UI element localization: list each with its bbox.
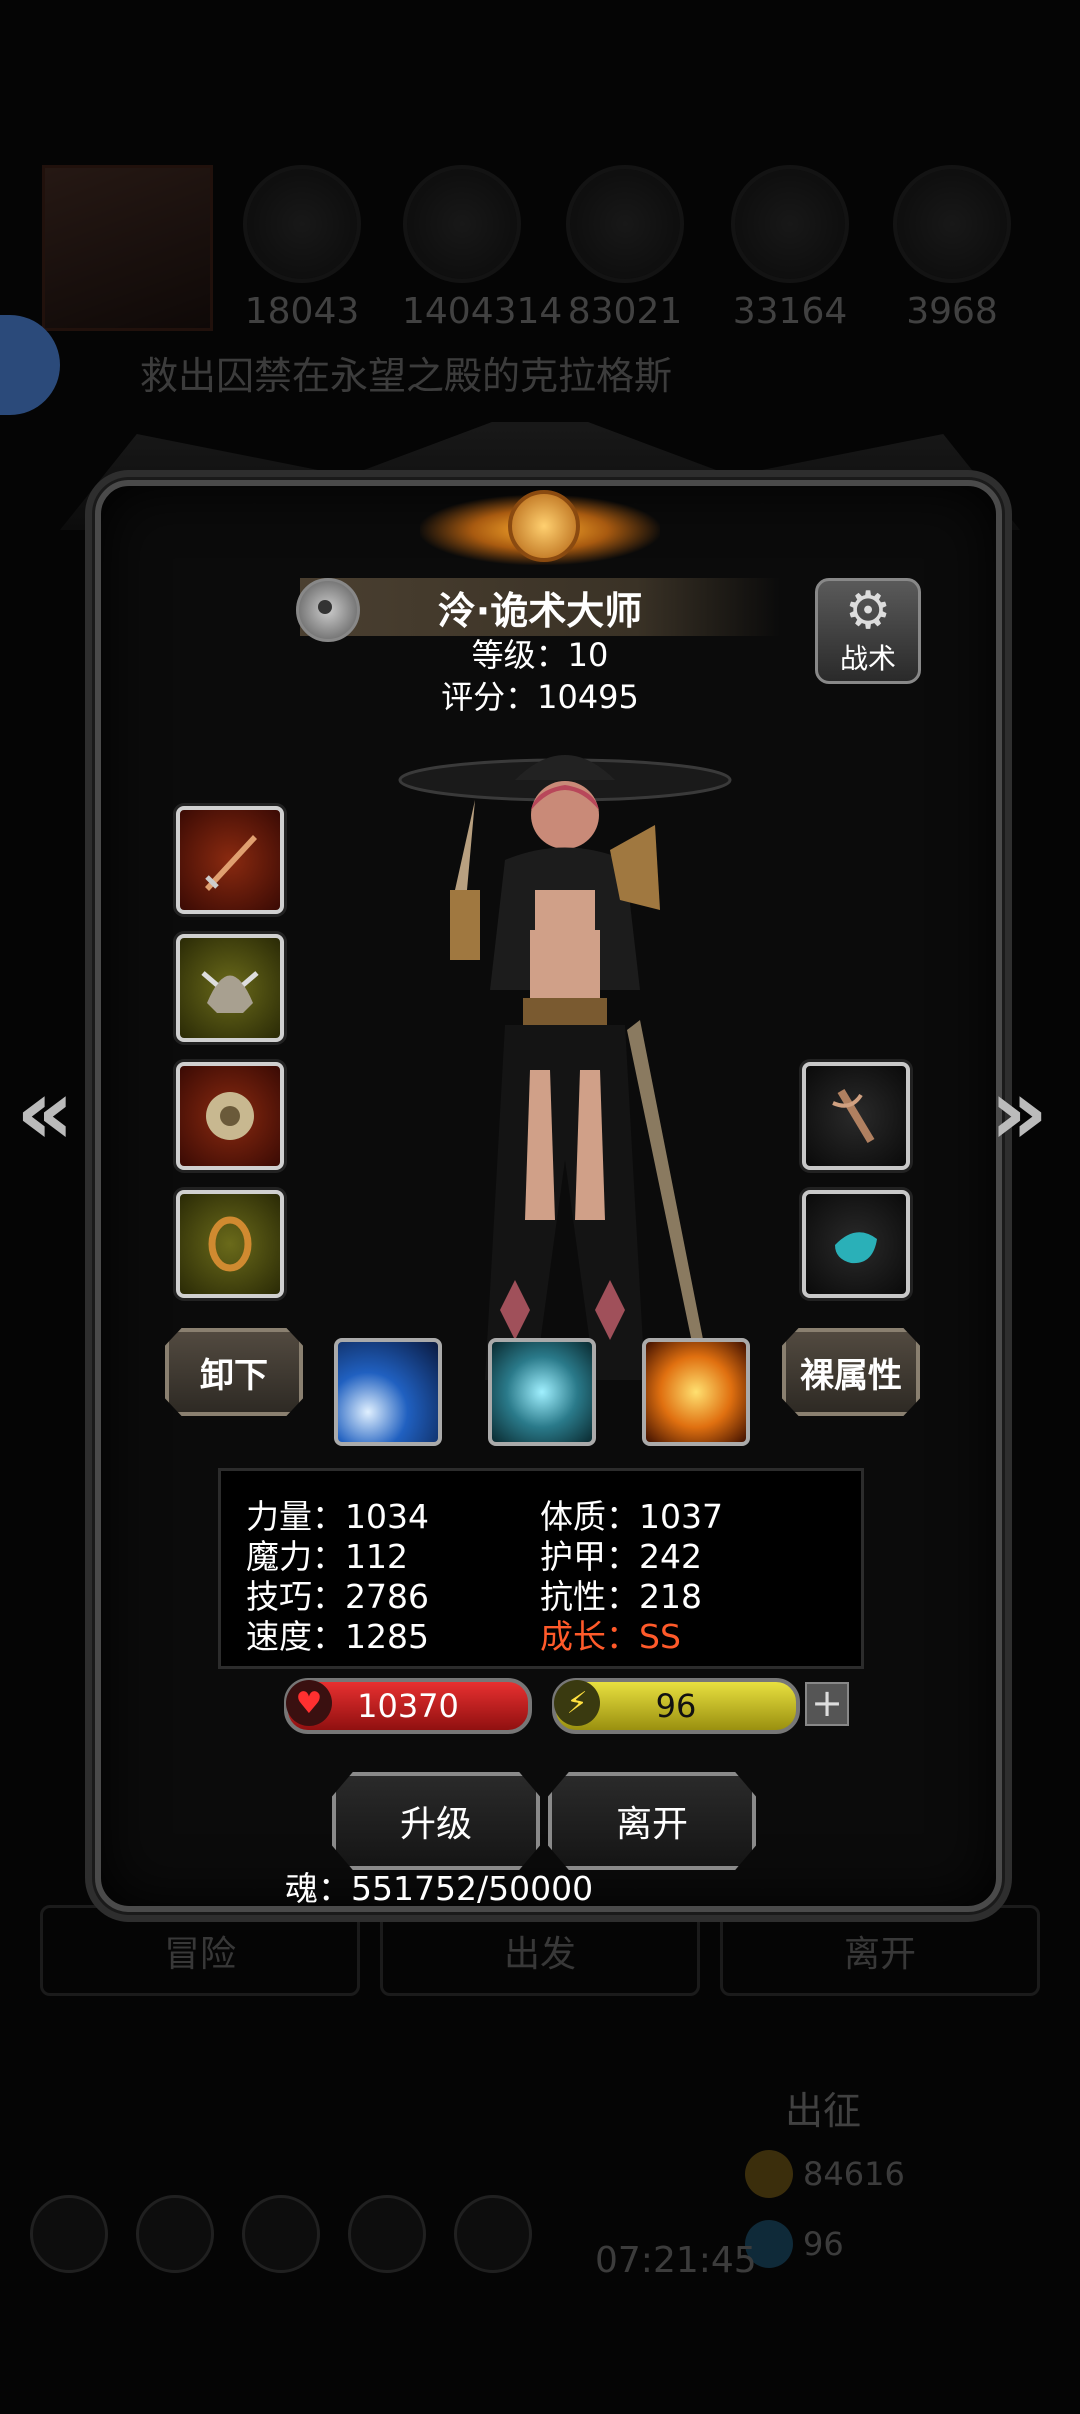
hero-score: 评分：10495 — [441, 678, 639, 716]
gem-icon — [835, 1232, 877, 1264]
base-attributes-button[interactable]: 裸属性 — [782, 1328, 920, 1416]
quest-text: 救出囚禁在永望之殿的克拉格斯 — [140, 354, 673, 398]
sun-emblem-icon — [508, 490, 580, 562]
tab-adventure: 冒险 — [40, 1905, 360, 1996]
weapon-slot[interactable] — [176, 806, 284, 914]
heart-icon: ♥ — [286, 1680, 332, 1726]
armor-slot[interactable] — [176, 1062, 284, 1170]
tab-leave: 离开 — [720, 1905, 1040, 1996]
currency-1: 84616 — [745, 2150, 905, 2198]
stat-speed: 速度：1285 — [246, 1617, 429, 1656]
ring-icon — [208, 1216, 252, 1272]
sword-icon — [205, 835, 257, 891]
skill-slash-icon[interactable] — [334, 1338, 442, 1446]
energy-value: 96 — [655, 1687, 697, 1725]
bottom-tabs: 冒险 出发 离开 — [40, 1905, 1040, 1996]
tactic-label: 战术 — [839, 642, 896, 675]
tab-depart: 出发 — [380, 1905, 700, 1996]
bottom-icon-row — [30, 2195, 532, 2273]
dispatch-label: 出征 — [785, 2089, 862, 2133]
next-hero-arrow-icon[interactable]: » — [990, 1060, 1048, 1165]
resource-3: 83021 — [565, 165, 685, 332]
resource-5: 3968 — [892, 165, 1012, 332]
soul-counter: 魂：551752/50000 — [285, 1869, 594, 1908]
armor-icon — [206, 1092, 254, 1140]
stat-growth: 成长：SS — [540, 1617, 681, 1656]
crossbow-icon — [832, 1088, 875, 1144]
resource-1: 18043 — [242, 165, 362, 332]
gem-slot[interactable] — [802, 1190, 910, 1298]
resource-2: 1404314 — [402, 165, 562, 332]
tactic-button[interactable]: ⚙ 战术 — [815, 578, 921, 684]
clock: 07:21:45 — [595, 2240, 757, 2281]
currency-2: 96 — [745, 2220, 844, 2268]
hero-name: 泠·诡术大师 — [437, 588, 643, 633]
skill-blast-icon[interactable] — [642, 1338, 750, 1446]
leave-button[interactable]: 离开 — [548, 1772, 756, 1870]
upgrade-button[interactable]: 升级 — [332, 1772, 540, 1870]
skill-whirl-icon[interactable] — [488, 1338, 596, 1446]
player-avatar — [42, 165, 213, 331]
helmet-icon — [201, 971, 259, 1013]
offhand-slot[interactable] — [802, 1062, 910, 1170]
add-energy-button[interactable]: + — [805, 1682, 849, 1726]
ring-slot[interactable] — [176, 1190, 284, 1298]
unequip-button[interactable]: 卸下 — [165, 1328, 303, 1416]
lightning-icon: ⚡ — [554, 1680, 600, 1726]
gear-icon: ⚙ — [844, 581, 892, 641]
helmet-slot[interactable] — [176, 934, 284, 1042]
hero-name-bar: 泠·诡术大师 — [300, 578, 780, 636]
hp-value: 10370 — [357, 1687, 459, 1725]
previous-hero-arrow-icon[interactable]: « — [16, 1060, 74, 1165]
resource-4: 33164 — [730, 165, 850, 332]
